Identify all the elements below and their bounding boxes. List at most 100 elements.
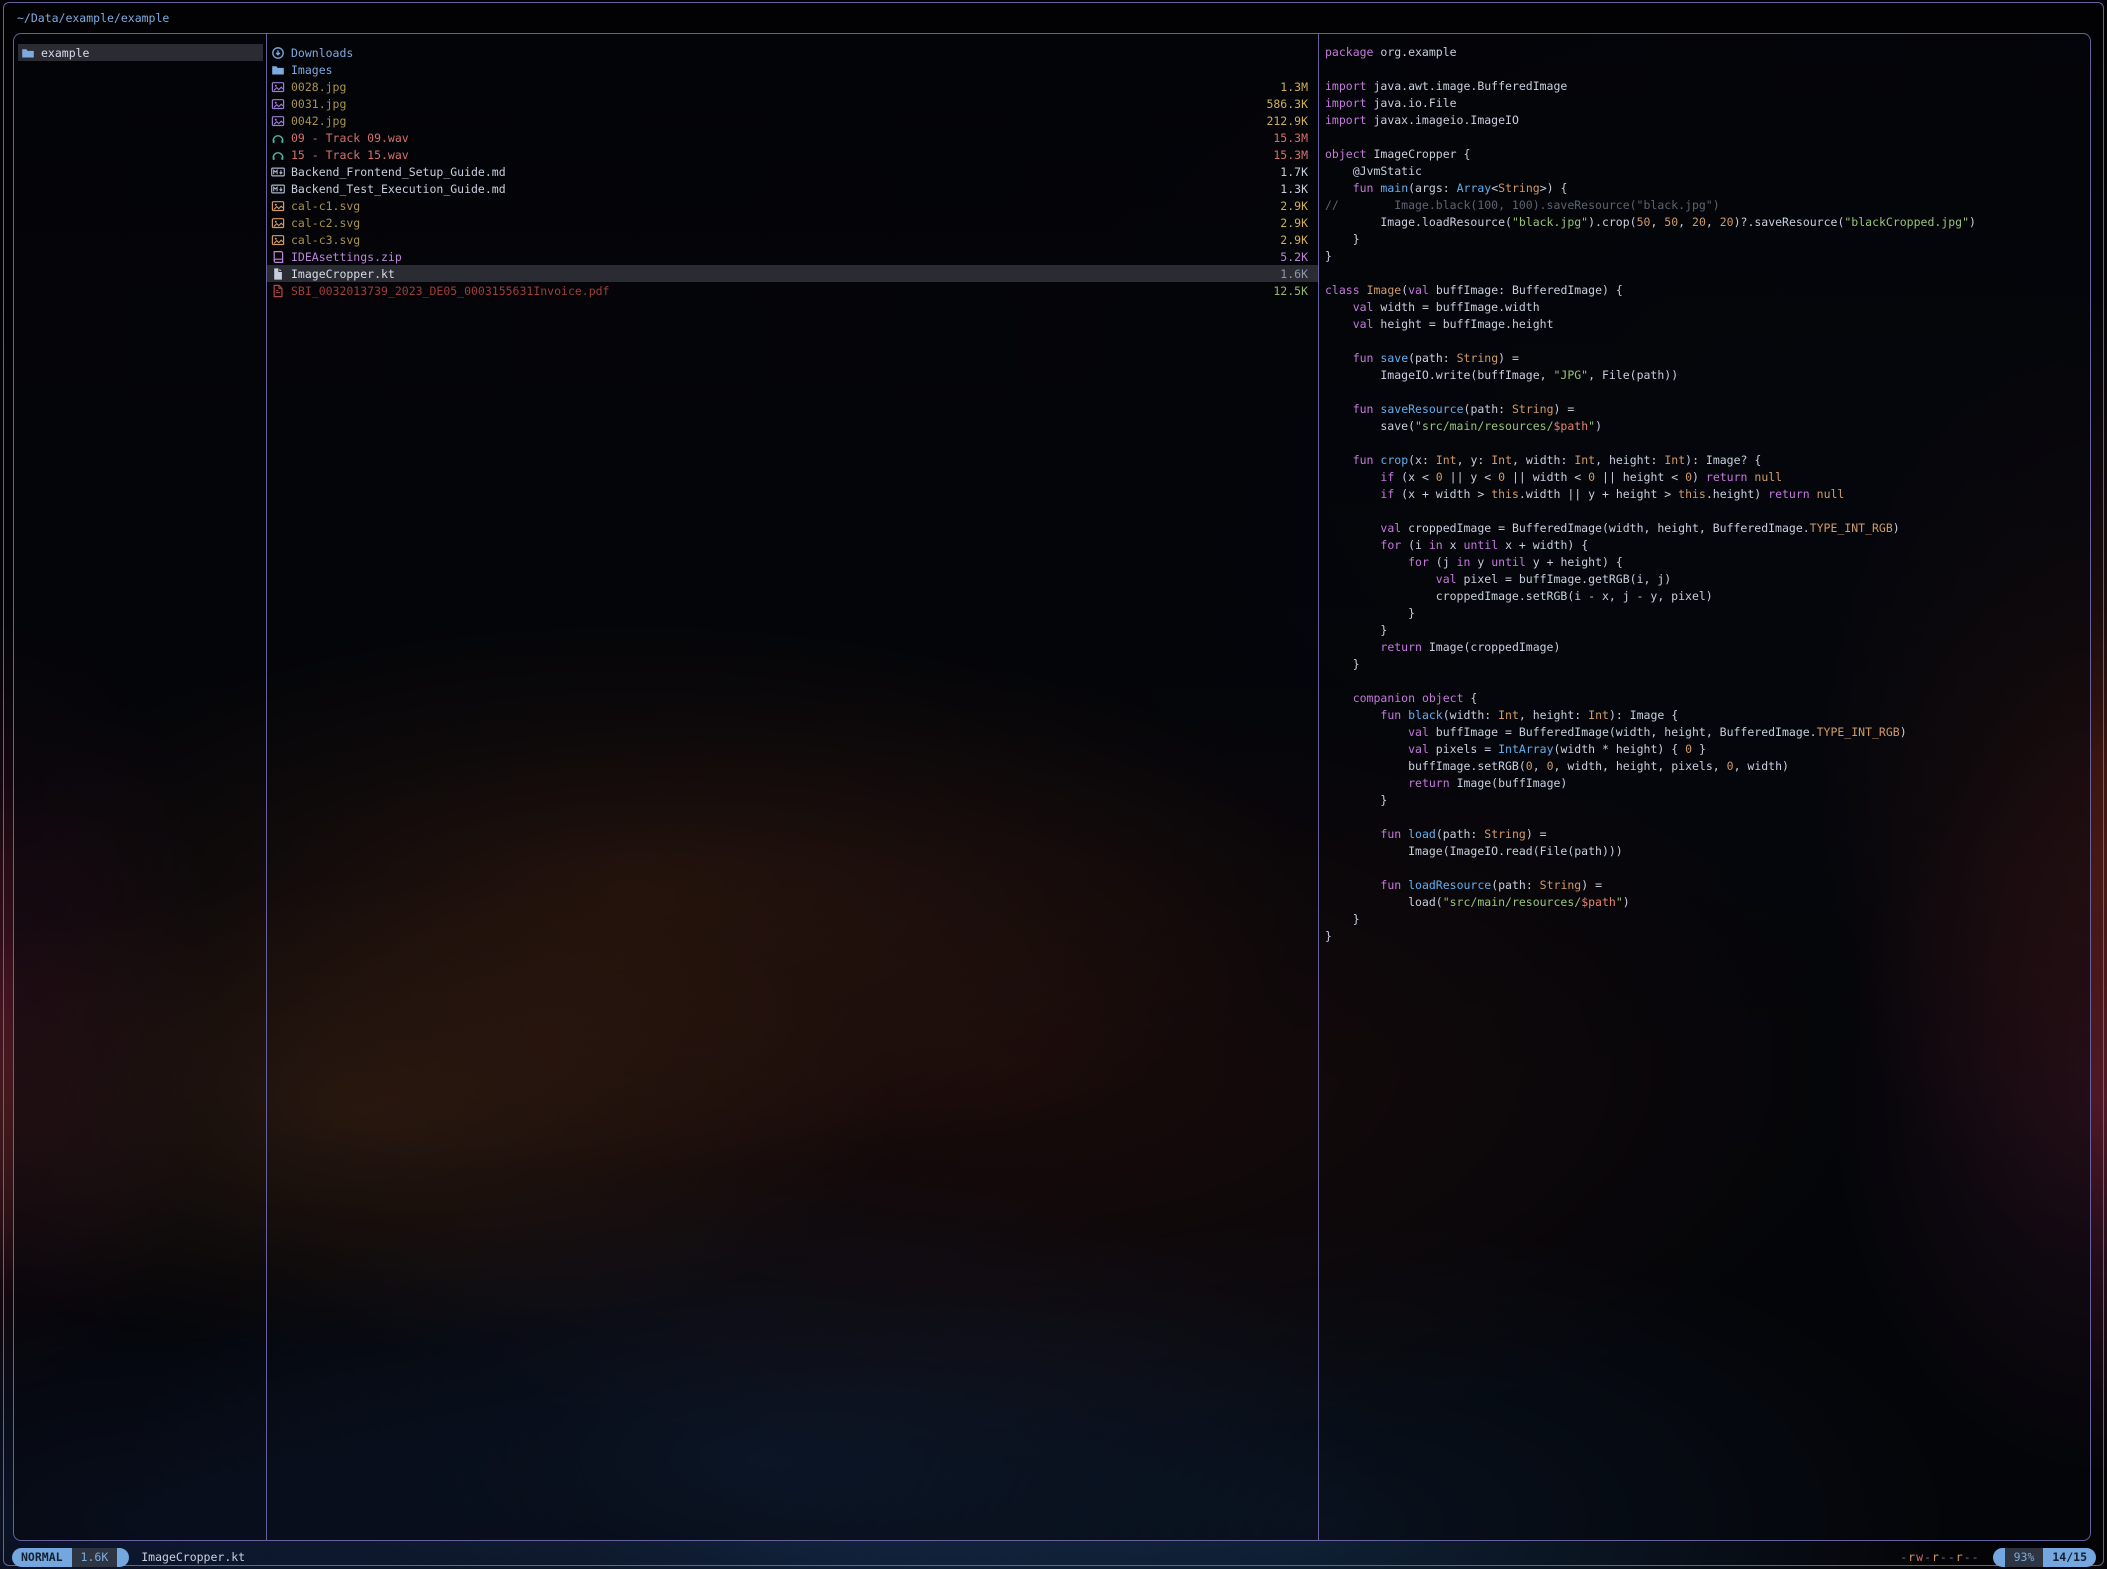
code-line: fun main(args: Array<String>) { (1325, 180, 2090, 197)
code-line: if (x < 0 || y < 0 || width < 0 || heigh… (1325, 469, 2090, 486)
code-line: for (j in y until y + height) { (1325, 554, 2090, 571)
code-line: import java.io.File (1325, 95, 2090, 112)
headphones-icon (271, 131, 285, 145)
mode-size-pill: NORMAL 1.6K (12, 1548, 129, 1567)
code-line (1325, 265, 2090, 282)
code-line: } (1325, 605, 2090, 622)
code-line: fun loadResource(path: String) = (1325, 877, 2090, 894)
file-name: IDEAsettings.zip (291, 250, 402, 264)
file-size: 1.3K (1280, 182, 1308, 196)
image-icon (271, 80, 285, 94)
code-line: } (1325, 656, 2090, 673)
file-list-row[interactable]: cal-c3.svg2.9K (267, 231, 1318, 248)
file-size: 1.6K (1280, 267, 1308, 281)
file-size: 212.9K (1266, 114, 1308, 128)
status-bar: NORMAL 1.6K ImageCropper.kt -rw-r--r-- 9… (12, 1547, 2096, 1567)
file-list-row[interactable]: 09 - Track 09.wav15.3M (267, 129, 1318, 146)
file-name: 09 - Track 09.wav (291, 131, 409, 145)
code-line: val croppedImage = BufferedImage(width, … (1325, 520, 2090, 537)
code-line (1325, 384, 2090, 401)
markdown-icon (271, 182, 285, 196)
code-line (1325, 61, 2090, 78)
file-list-row[interactable]: Backend_Frontend_Setup_Guide.md 1.7K (267, 163, 1318, 180)
file-list-row[interactable]: cal-c2.svg2.9K (267, 214, 1318, 231)
code-line (1325, 129, 2090, 146)
code-line: } (1325, 792, 2090, 809)
file-icon (271, 267, 285, 281)
code-line: fun saveResource(path: String) = (1325, 401, 2090, 418)
file-size: 1.7K (1280, 165, 1308, 179)
code-line: val height = buffImage.height (1325, 316, 2090, 333)
file-name: Images (291, 63, 333, 77)
image-icon (271, 199, 285, 213)
folder-icon (21, 46, 35, 60)
file-list-row[interactable]: Backend_Test_Execution_Guide.md 1.3K (267, 180, 1318, 197)
file-size: 5.2K (1280, 250, 1308, 264)
archive-icon (271, 250, 285, 264)
file-name: Backend_Test_Execution_Guide.md (291, 182, 506, 196)
markdown-icon (271, 165, 285, 179)
file-manager-panes: example Downloads Images 0028.jpg 1.3M0031.… (13, 33, 2091, 1541)
code-line: val pixel = buffImage.getRGB(i, j) (1325, 571, 2090, 588)
file-size: 1.3M (1280, 80, 1308, 94)
file-list-row[interactable]: 0028.jpg 1.3M (267, 78, 1318, 95)
code-line: } (1325, 928, 2090, 945)
image-icon (271, 233, 285, 247)
file-name: Backend_Frontend_Setup_Guide.md (291, 165, 506, 179)
file-list-row[interactable]: 0042.jpg 212.9K (267, 112, 1318, 129)
pill-cap (117, 1548, 129, 1567)
terminal-window: ~/Data/example/example example Downloads… (3, 2, 2104, 1566)
code-line: ImageIO.write(buffImage, "JPG", File(pat… (1325, 367, 2090, 384)
code-line: class Image(val buffImage: BufferedImage… (1325, 282, 2090, 299)
code-line: croppedImage.setRGB(i - x, j - y, pixel) (1325, 588, 2090, 605)
parent-directory-pane: example (14, 34, 267, 1540)
code-line: return Image(croppedImage) (1325, 639, 2090, 656)
file-name: SBI_0032013739_2023_DE05_0003155631Invoi… (291, 284, 610, 298)
code-line: return Image(buffImage) (1325, 775, 2090, 792)
file-name: 0042.jpg (291, 114, 346, 128)
code-line: object ImageCropper { (1325, 146, 2090, 163)
code-line (1325, 333, 2090, 350)
code-line: } (1325, 911, 2090, 928)
file-list-row[interactable]: 15 - Track 15.wav15.3M (267, 146, 1318, 163)
file-list-row[interactable]: IDEAsettings.zip 5.2K (267, 248, 1318, 265)
file-size: 586.3K (1266, 97, 1308, 111)
code-line: val buffImage = BufferedImage(width, hei… (1325, 724, 2090, 741)
code-line: save("src/main/resources/$path") (1325, 418, 2090, 435)
code-line: fun black(width: Int, height: Int): Imag… (1325, 707, 2090, 724)
code-line (1325, 435, 2090, 452)
image-icon (271, 97, 285, 111)
status-permissions: -rw-r--r-- (1900, 1550, 1979, 1564)
code-line: fun save(path: String) = (1325, 350, 2090, 367)
folder-icon (271, 63, 285, 77)
file-list-row[interactable]: cal-c1.svg2.9K (267, 197, 1318, 214)
file-preview-pane: package org.example import java.awt.imag… (1319, 34, 2090, 1540)
code-line: val pixels = IntArray(width * height) { … (1325, 741, 2090, 758)
file-list-row[interactable]: Images (267, 61, 1318, 78)
code-line: @JvmStatic (1325, 163, 2090, 180)
file-list-row[interactable]: Downloads (267, 44, 1318, 61)
file-name: 0028.jpg (291, 80, 346, 94)
file-name: cal-c2.svg (291, 216, 360, 230)
code-line: } (1325, 622, 2090, 639)
code-line: // Image.black(100, 100).saveResource("b… (1325, 197, 2090, 214)
code-line: Image(ImageIO.read(File(path))) (1325, 843, 2090, 860)
file-name: example (41, 46, 89, 60)
file-list-row[interactable]: SBI_0032013739_2023_DE05_0003155631Invoi… (267, 282, 1318, 299)
file-size: 12.5K (1273, 284, 1308, 298)
file-list-row[interactable]: ImageCropper.kt 1.6K (267, 265, 1318, 282)
progress-position-pill: 93% 14/15 (1993, 1548, 2096, 1567)
parent-directory-row[interactable]: example (18, 44, 263, 61)
file-name: cal-c3.svg (291, 233, 360, 247)
image-icon (271, 216, 285, 230)
code-line (1325, 673, 2090, 690)
code-line (1325, 809, 2090, 826)
code-line: package org.example (1325, 44, 2090, 61)
file-list-row[interactable]: 0031.jpg586.3K (267, 95, 1318, 112)
code-line: fun crop(x: Int, y: Int, width: Int, hei… (1325, 452, 2090, 469)
file-name: Downloads (291, 46, 353, 60)
pdf-icon (271, 284, 285, 298)
code-line: Image.loadResource("black.jpg").crop(50,… (1325, 214, 2090, 231)
mode-badge: NORMAL (12, 1548, 72, 1567)
file-name: ImageCropper.kt (291, 267, 395, 281)
